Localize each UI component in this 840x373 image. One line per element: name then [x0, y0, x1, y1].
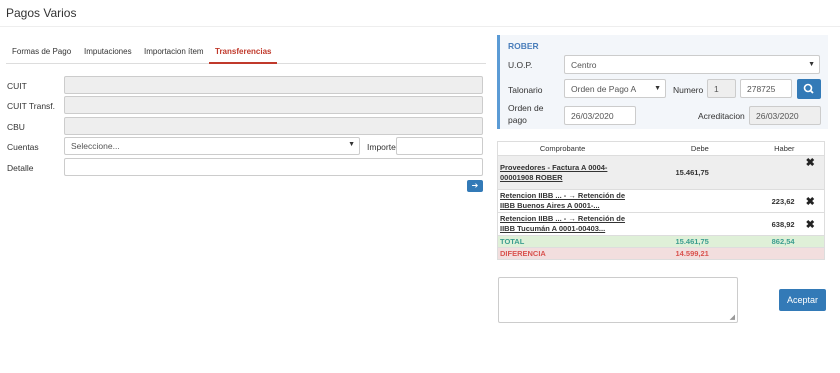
cuentas-select-value: Seleccione...: [71, 141, 120, 151]
close-icon: ✖: [805, 218, 815, 231]
difference-row: DIFERENCIA 14.599,21: [497, 247, 825, 260]
cuit-label: CUIT: [7, 81, 27, 91]
chevron-down-icon: ▼: [808, 61, 815, 68]
delete-row-button[interactable]: ✖: [796, 212, 825, 236]
col-actions: [796, 141, 825, 156]
tab-formas-de-pago[interactable]: Formas de Pago: [6, 44, 77, 64]
tab-bar: Formas de Pago Imputaciones Importacion …: [6, 44, 486, 64]
comprobante-link[interactable]: Retencion IIBB ... - → Retención de IIBB…: [497, 189, 628, 213]
cuentas-label: Cuentas: [7, 142, 39, 152]
comprobante-line1: Retencion IIBB ... - → Retención de: [500, 214, 626, 223]
difference-spacer-2: [796, 247, 825, 260]
cuit-transf-label: CUIT Transf.: [7, 101, 56, 111]
uop-select[interactable]: Centro ▼: [564, 55, 820, 74]
close-icon: ✖: [805, 157, 815, 169]
resize-grip-icon[interactable]: ◢: [730, 313, 735, 321]
difference-debe: 14.599,21: [627, 247, 712, 260]
talonario-select-value: Orden de Pago A: [571, 84, 637, 94]
cuit-transf-field[interactable]: [64, 96, 483, 114]
debe-cell: [627, 189, 712, 213]
total-debe: 15.461,75: [627, 235, 712, 248]
talonario-label: Talonario: [508, 85, 543, 95]
chevron-down-icon: ▼: [654, 85, 661, 92]
cuentas-select[interactable]: Seleccione... ▼: [64, 137, 360, 155]
haber-cell: 223,62: [711, 189, 797, 213]
cuit-field[interactable]: [64, 76, 483, 94]
numero-prefix-field[interactable]: 1: [707, 79, 736, 98]
provider-name: ROBER: [508, 41, 539, 51]
comprobante-line2: IIBB Buenos Aires A 0001-...: [500, 201, 600, 210]
page-title: Pagos Varios: [6, 6, 77, 20]
tab-transferencias[interactable]: Transferencias: [209, 44, 278, 64]
haber-cell: 638,92: [711, 212, 797, 236]
talonario-select[interactable]: Orden de Pago A ▼: [564, 79, 666, 98]
debe-cell: 15.461,75: [627, 155, 712, 190]
notes-textarea[interactable]: ◢: [498, 277, 738, 323]
tab-importacion-item[interactable]: Importacion ítem: [138, 44, 210, 64]
total-spacer: [796, 235, 825, 248]
next-button[interactable]: ➔: [467, 180, 483, 192]
title-divider: [0, 26, 840, 27]
uop-label: U.O.P.: [508, 60, 533, 70]
chevron-down-icon: ▼: [348, 141, 355, 148]
cbu-label: CBU: [7, 122, 25, 132]
importe-input[interactable]: [396, 137, 483, 155]
col-haber: Haber: [711, 141, 797, 156]
numero-field[interactable]: 278725: [740, 79, 792, 98]
comprobante-line1: Proveedores - Factura A 0004-: [500, 162, 608, 172]
numero-label: Numero: [673, 85, 704, 95]
payment-header-panel: ROBER U.O.P. Centro ▼ Talonario Orden de…: [497, 35, 828, 129]
cbu-field[interactable]: [64, 117, 483, 135]
orden-label-line1: Orden de: [508, 103, 544, 113]
debe-cell: [627, 212, 712, 236]
orden-label-line2: pago: [508, 115, 527, 125]
comprobante-link[interactable]: Retencion IIBB ... - → Retención de IIBB…: [497, 212, 628, 236]
delete-row-button[interactable]: ✖: [796, 155, 825, 190]
table-row: Retencion IIBB ... - → Retención de IIBB…: [497, 212, 825, 236]
haber-cell: [711, 155, 797, 190]
tab-imputaciones[interactable]: Imputaciones: [78, 44, 138, 64]
uop-select-value: Centro: [571, 60, 597, 70]
detalle-input[interactable]: [64, 158, 483, 176]
difference-label: DIFERENCIA: [497, 247, 628, 260]
detalle-label: Detalle: [7, 163, 34, 173]
col-debe: Debe: [627, 141, 712, 156]
accept-button[interactable]: Aceptar: [779, 289, 826, 311]
orden-date-input[interactable]: 26/03/2020: [564, 106, 636, 125]
delete-row-button[interactable]: ✖: [796, 189, 825, 213]
comprobante-line2: IIBB Tucumán A 0001-00403...: [500, 224, 606, 233]
search-icon: [803, 83, 814, 94]
acreditacion-date-field[interactable]: 26/03/2020: [749, 106, 821, 125]
total-label: TOTAL: [497, 235, 628, 248]
comprobante-link[interactable]: Proveedores - Factura A 0004- 00001908 R…: [497, 155, 628, 190]
comprobante-line1: Retencion IIBB ... - → Retención de: [500, 191, 626, 200]
close-icon: ✖: [805, 195, 815, 208]
table-header-row: Comprobante Debe Haber: [497, 141, 825, 156]
total-row: TOTAL 15.461,75 862,54: [497, 235, 825, 248]
col-comprobante: Comprobante: [497, 141, 628, 156]
acreditacion-label: Acreditacion: [698, 111, 745, 121]
arrow-right-icon: ➔: [471, 181, 479, 190]
table-row: Proveedores - Factura A 0004- 00001908 R…: [497, 155, 825, 190]
comprobante-line2: 00001908 ROBER: [500, 172, 563, 182]
importe-label: Importe: [367, 142, 396, 152]
table-row: Retencion IIBB ... - → Retención de IIBB…: [497, 189, 825, 213]
entries-table: Comprobante Debe Haber Proveedores - Fac…: [497, 141, 825, 260]
difference-spacer: [711, 247, 797, 260]
total-haber: 862,54: [711, 235, 797, 248]
search-button[interactable]: [797, 79, 821, 99]
